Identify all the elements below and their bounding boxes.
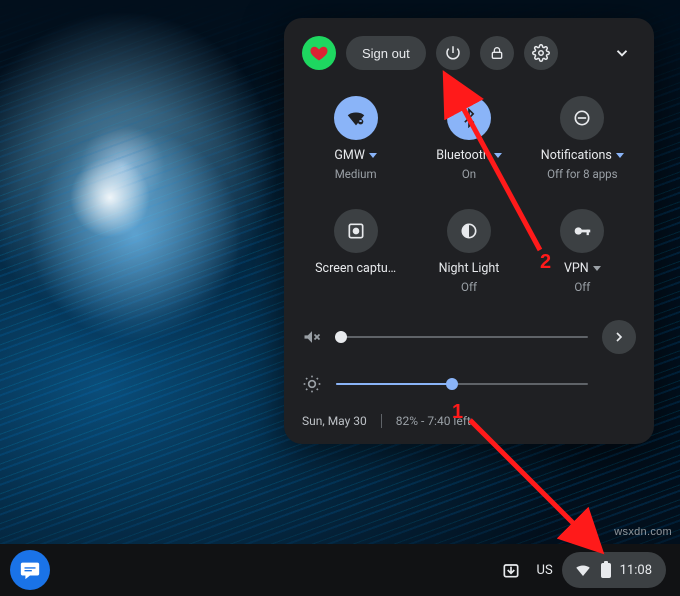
user-avatar[interactable]: [302, 36, 336, 70]
lock-icon: [489, 45, 505, 61]
tile-vpn-sub: Off: [574, 280, 590, 294]
panel-header: Sign out: [302, 36, 636, 70]
lock-button[interactable]: [480, 36, 514, 70]
tile-bt-label: Bluetooth: [436, 148, 490, 163]
chevron-down-icon: [613, 44, 631, 62]
screen-capture-icon: [334, 209, 378, 253]
tile-bt-sub: On: [462, 167, 476, 181]
audio-settings-button[interactable]: [602, 320, 636, 354]
sliders-group: [302, 320, 636, 394]
brightness-row: [302, 374, 636, 394]
tote-icon: [501, 560, 521, 580]
tile-capture-label: Screen captu…: [315, 261, 396, 276]
power-icon: [444, 44, 462, 62]
tile-notif-sub: Off for 8 apps: [547, 167, 618, 181]
panel-footer: Sun, May 30 82% - 7:40 left: [302, 414, 636, 428]
footer-date: Sun, May 30: [302, 414, 367, 428]
volume-slider[interactable]: [336, 336, 588, 338]
divider: [381, 414, 382, 428]
ime-indicator[interactable]: US: [528, 553, 562, 587]
messages-icon: [19, 559, 41, 581]
caret-icon: [616, 153, 624, 158]
volume-mute-icon[interactable]: [302, 327, 322, 347]
tile-screen-capture[interactable]: Screen captu…: [302, 209, 409, 294]
sign-out-label: Sign out: [362, 46, 410, 61]
caret-icon: [369, 153, 377, 158]
wifi-icon: [334, 96, 378, 140]
footer-battery: 82% - 7:40 left: [396, 414, 471, 428]
quick-settings-panel: Sign out: [284, 18, 654, 444]
ime-label: US: [537, 563, 553, 578]
messages-app[interactable]: [10, 550, 50, 590]
wifi-icon: [574, 561, 592, 579]
brightness-slider[interactable]: [336, 383, 588, 385]
tile-wifi[interactable]: GMW Medium: [302, 96, 409, 181]
heart-icon: [309, 43, 329, 63]
collapse-button[interactable]: [608, 39, 636, 67]
night-light-icon: [447, 209, 491, 253]
caret-icon: [494, 153, 502, 158]
watermark: wsxdn.com: [614, 526, 672, 538]
status-area[interactable]: 11:08: [562, 552, 666, 588]
tile-night-sub: Off: [461, 280, 477, 294]
tray-tote[interactable]: [494, 553, 528, 587]
tile-night-label: Night Light: [439, 261, 500, 276]
gear-icon: [532, 44, 550, 62]
do-not-disturb-icon: [560, 96, 604, 140]
power-button[interactable]: [436, 36, 470, 70]
battery-icon: [600, 561, 612, 579]
chevron-right-icon: [611, 329, 627, 345]
tile-notif-label: Notifications: [541, 148, 612, 163]
sign-out-button[interactable]: Sign out: [346, 36, 426, 70]
tile-notifications[interactable]: Notifications Off for 8 apps: [529, 96, 636, 181]
shelf: US 11:08: [0, 544, 680, 596]
bluetooth-icon: [447, 96, 491, 140]
settings-button[interactable]: [524, 36, 558, 70]
vpn-key-icon: [560, 209, 604, 253]
brightness-icon[interactable]: [302, 374, 322, 394]
quick-tiles: GMW Medium Bluetooth On: [302, 96, 636, 294]
volume-row: [302, 320, 636, 354]
clock-label: 11:08: [620, 563, 652, 578]
tile-wifi-sub: Medium: [335, 167, 377, 181]
tile-vpn-label: VPN: [564, 261, 589, 276]
tile-bluetooth[interactable]: Bluetooth On: [415, 96, 522, 181]
tile-wifi-label: GMW: [334, 148, 365, 163]
caret-icon: [593, 266, 601, 271]
tile-vpn[interactable]: VPN Off: [529, 209, 636, 294]
tile-night-light[interactable]: Night Light Off: [415, 209, 522, 294]
